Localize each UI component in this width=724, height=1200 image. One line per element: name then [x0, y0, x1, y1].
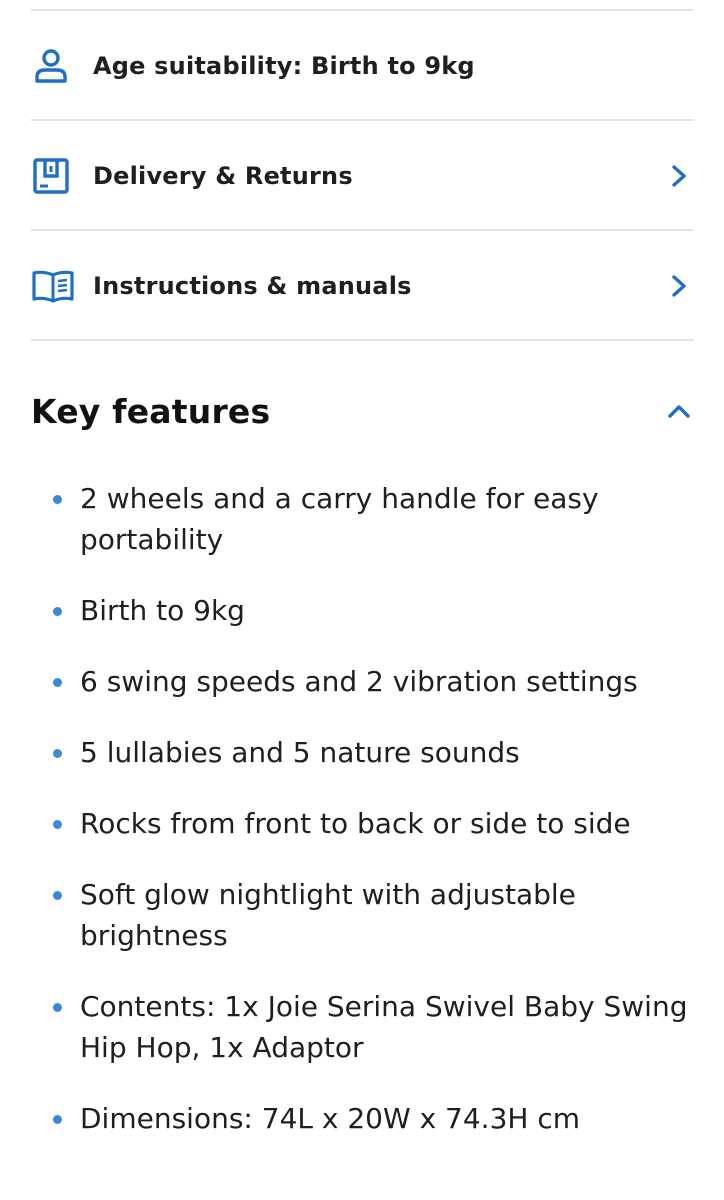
bullet-icon — [53, 607, 62, 616]
feature-text: Dimensions: 74L x 20W x 74.3H cm — [80, 1102, 581, 1135]
list-item: 6 swing speeds and 2 vibration settings — [50, 661, 690, 702]
bullet-icon — [53, 1115, 62, 1124]
list-item: 2 wheels and a carry handle for easy por… — [50, 478, 690, 560]
person-icon — [31, 43, 77, 89]
age-suitability-row: Age suitability: Birth to 9kg — [31, 12, 693, 120]
bullet-icon — [53, 678, 62, 687]
feature-text: 5 lullabies and 5 nature sounds — [80, 736, 520, 769]
list-item: Dimensions: 74L x 20W x 74.3H cm — [50, 1098, 690, 1139]
list-item: Contents: 1x Joie Serina Swivel Baby Swi… — [50, 986, 690, 1068]
bullet-icon — [53, 820, 62, 829]
chevron-right-icon[interactable] — [665, 162, 693, 190]
feature-text: Birth to 9kg — [80, 594, 245, 627]
list-item: Soft glow nightlight with adjustable bri… — [50, 874, 690, 956]
bullet-icon — [53, 749, 62, 758]
list-item: Rocks from front to back or side to side — [50, 803, 690, 844]
key-features-title: Key features — [31, 391, 271, 431]
delivery-returns-row[interactable]: Delivery & Returns — [31, 122, 693, 230]
bullet-icon — [53, 1003, 62, 1012]
delivery-returns-label: Delivery & Returns — [93, 162, 353, 190]
age-suitability-label: Age suitability: Birth to 9kg — [93, 52, 475, 80]
bullet-icon — [53, 495, 62, 504]
divider — [31, 9, 693, 11]
divider — [31, 229, 693, 231]
feature-text: Soft glow nightlight with adjustable bri… — [80, 878, 576, 952]
list-item: Birth to 9kg — [50, 590, 690, 631]
feature-text: 6 swing speeds and 2 vibration settings — [80, 665, 638, 698]
delivery-box-icon — [31, 153, 77, 199]
divider — [31, 119, 693, 121]
feature-text: 2 wheels and a carry handle for easy por… — [80, 482, 599, 556]
chevron-right-icon[interactable] — [665, 272, 693, 300]
bullet-icon — [53, 891, 62, 900]
key-features-list: 2 wheels and a carry handle for easy por… — [50, 478, 690, 1169]
chevron-up-icon[interactable] — [665, 397, 693, 425]
instructions-manuals-row[interactable]: Instructions & manuals — [31, 232, 693, 340]
feature-text: Rocks from front to back or side to side — [80, 807, 631, 840]
feature-text: Contents: 1x Joie Serina Swivel Baby Swi… — [80, 990, 688, 1064]
key-features-header[interactable]: Key features — [31, 378, 693, 444]
divider — [31, 339, 693, 341]
instructions-manuals-label: Instructions & manuals — [93, 272, 412, 300]
book-icon — [31, 263, 77, 309]
list-item: 5 lullabies and 5 nature sounds — [50, 732, 690, 773]
